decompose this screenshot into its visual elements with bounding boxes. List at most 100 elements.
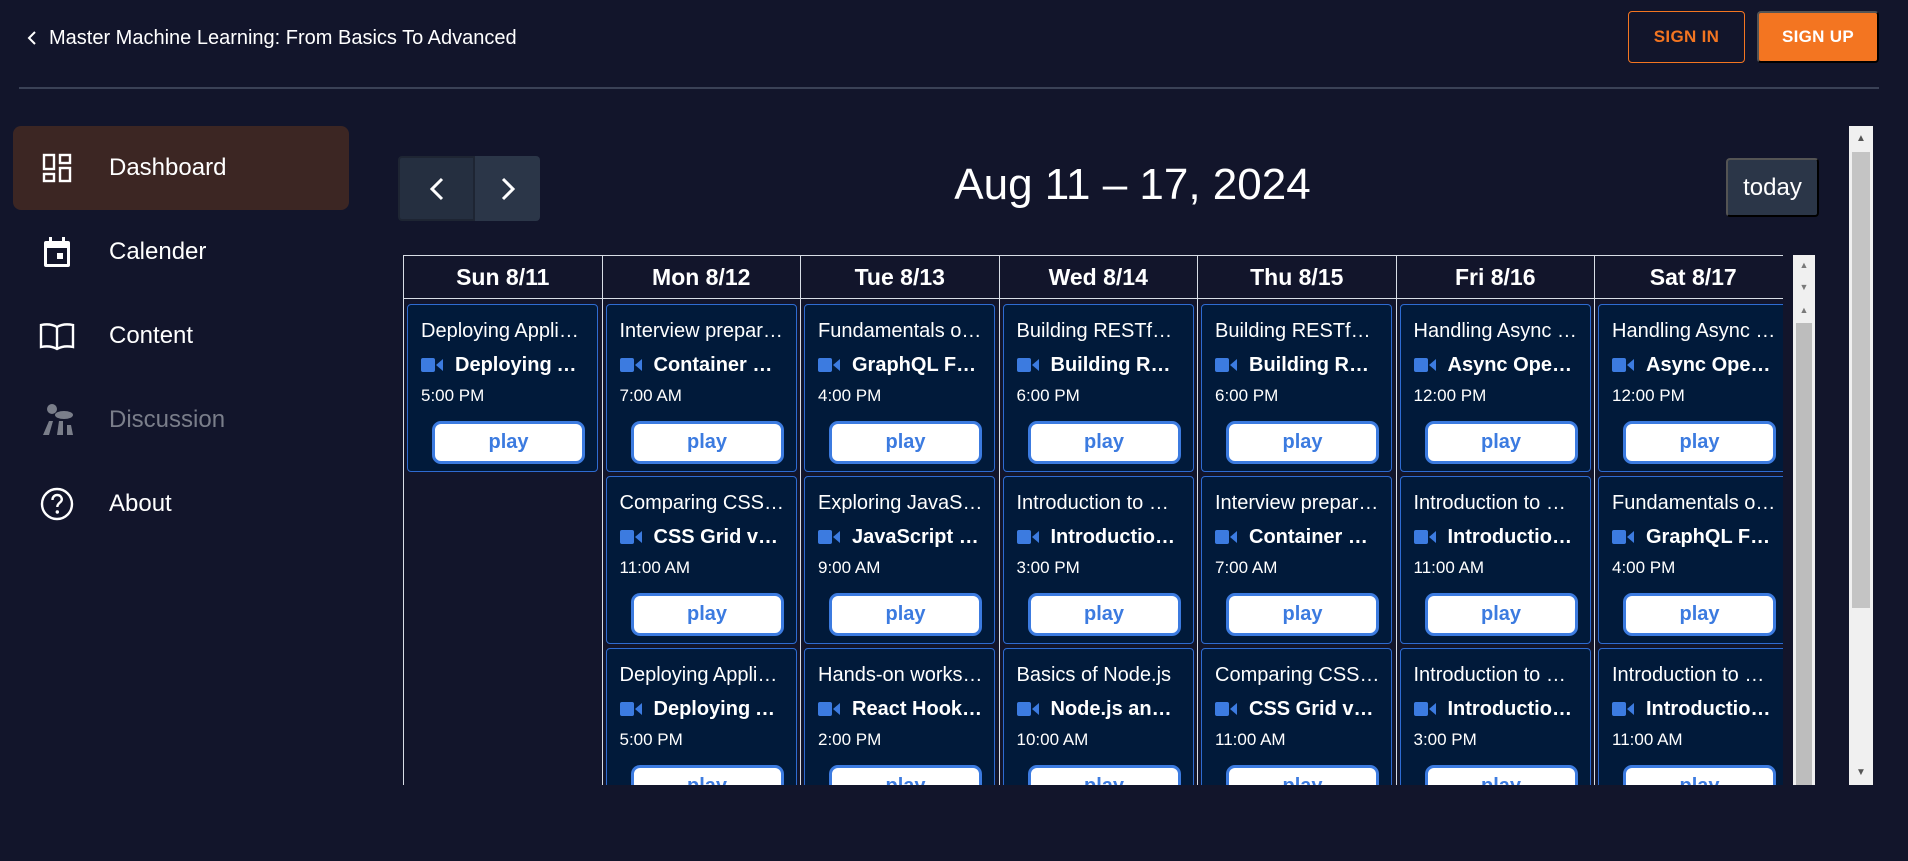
play-button[interactable]: play: [1027, 421, 1181, 464]
play-button[interactable]: play: [1623, 593, 1776, 636]
play-button[interactable]: play: [829, 593, 982, 636]
day-column: Handling Async Code Async Operations 12:00…: [1594, 299, 1783, 785]
event-card[interactable]: Comparing CSS Layouts CSS Grid vs Flexbox…: [1201, 648, 1392, 785]
day-column: Fundamentals of GraphQL GraphQL Fundament…: [800, 299, 999, 785]
sidebar-item-about[interactable]: About: [13, 462, 349, 546]
play-button[interactable]: play: [1623, 421, 1776, 464]
sidebar-item-dashboard[interactable]: Dashboard: [13, 126, 349, 210]
event-card[interactable]: Introduction to Python Introduction to Py…: [1399, 476, 1591, 644]
calendar-title: Aug 11 – 17, 2024: [954, 160, 1311, 209]
event-title: Handling Async Code: [1612, 320, 1777, 342]
event-card[interactable]: Building RESTful APIs Building RESTful AP…: [1201, 304, 1392, 472]
event-card[interactable]: Introduction to Python Introduction to Py…: [1598, 648, 1783, 785]
day-header-row: Sun 8/11 Mon 8/12 Tue 8/13 Wed 8/14 Thu 8/15…: [403, 255, 1783, 299]
sidebar-item-label: About: [109, 490, 172, 517]
event-session: React Hooks Deep Dive: [818, 697, 983, 721]
event-title: Introduction to Python: [1016, 492, 1182, 514]
event-time: 4:00 PM: [818, 386, 882, 405]
event-session: Node.js and Express: [1016, 697, 1182, 721]
play-button[interactable]: play: [1027, 593, 1181, 636]
scrollbar-thumb[interactable]: [1796, 323, 1812, 785]
next-week-button[interactable]: [475, 156, 540, 221]
scroll-up-arrow[interactable]: ▲: [1798, 259, 1810, 271]
play-button[interactable]: play: [1226, 593, 1379, 636]
event-session-title: GraphQL Fundamentals: [852, 353, 983, 376]
play-button[interactable]: play: [1424, 765, 1578, 785]
event-session: JavaScript ES6 Features: [818, 525, 983, 549]
event-card[interactable]: Fundamentals of GraphQL GraphQL Fundament…: [804, 304, 995, 472]
scroll-down-arrow[interactable]: ▼: [1855, 766, 1867, 778]
event-time: 3:00 PM: [1413, 730, 1477, 749]
event-card[interactable]: Introduction to Python Introduction to Py…: [1002, 476, 1194, 644]
day-column: Handling Async Code Async Operations 12:00…: [1395, 299, 1595, 785]
video-camera-icon: [1612, 530, 1634, 544]
event-time: 11:00 AM: [1413, 558, 1485, 577]
event-card[interactable]: Handling Async Code Async Operations 12:00…: [1399, 304, 1591, 472]
play-button[interactable]: play: [630, 421, 784, 464]
calendar-nav: [398, 156, 540, 221]
play-button[interactable]: play: [432, 421, 585, 464]
event-session: Introduction to Python: [1016, 525, 1182, 549]
video-camera-icon: [1215, 358, 1237, 372]
play-button[interactable]: play: [1027, 765, 1181, 785]
event-card[interactable]: Building RESTful APIs Building RESTful AP…: [1002, 304, 1194, 472]
event-card[interactable]: Handling Async Code Async Operations 12:00…: [1598, 304, 1783, 472]
play-button[interactable]: play: [1623, 765, 1776, 785]
event-session: CSS Grid vs Flexbox: [1215, 697, 1380, 721]
event-card[interactable]: Hands-on workshop React Hooks Deep Dive 2:…: [804, 648, 995, 785]
play-button[interactable]: play: [1226, 765, 1379, 785]
grid-scrollbar[interactable]: ▲ ▼ ▲: [1793, 255, 1815, 785]
event-time: 11:00 AM: [1215, 730, 1286, 749]
prev-week-button[interactable]: [398, 156, 475, 221]
sidebar-item-content[interactable]: Content: [13, 294, 349, 378]
event-session-title: Async Operations: [1447, 353, 1579, 376]
sign-in-button[interactable]: SIGN IN: [1628, 11, 1745, 63]
scroll-down-arrow[interactable]: ▼: [1798, 281, 1810, 293]
sidebar-item-calender[interactable]: Calender: [13, 210, 349, 294]
event-session-title: Introduction to Python: [1646, 697, 1777, 720]
event-session: Introduction to Python: [1413, 525, 1579, 549]
event-card[interactable]: Introduction to Python Introduction to Py…: [1399, 648, 1591, 785]
event-session: Deploying Applications: [619, 697, 785, 721]
event-session: Async Operations: [1413, 353, 1579, 377]
event-session: Deploying Applications: [421, 353, 586, 377]
event-session-title: Introduction to Python: [1447, 697, 1579, 720]
play-button[interactable]: play: [1424, 421, 1578, 464]
event-session: GraphQL Fundamentals: [818, 353, 983, 377]
chevron-right-icon: [501, 177, 515, 200]
scroll-up-arrow[interactable]: ▲: [1855, 132, 1867, 144]
event-card[interactable]: Deploying Applications Deploying Applicat…: [407, 304, 598, 472]
day-header: Sun 8/11: [403, 256, 602, 299]
event-card[interactable]: Deploying Applications Deploying Applicat…: [605, 648, 797, 785]
event-time: 10:00 AM: [1016, 730, 1089, 749]
scroll-up-arrow[interactable]: ▲: [1798, 304, 1810, 316]
play-button[interactable]: play: [829, 421, 982, 464]
event-session-title: Async Operations: [1646, 353, 1777, 376]
play-button[interactable]: play: [829, 765, 982, 785]
event-card[interactable]: Fundamentals of GraphQL GraphQL Fundament…: [1598, 476, 1783, 644]
back-link[interactable]: Master Machine Learning: From Basics To …: [26, 24, 517, 52]
day-header: Sat 8/17: [1594, 256, 1783, 299]
sidebar-item-discussion[interactable]: Discussion: [13, 378, 349, 462]
video-camera-icon: [421, 358, 443, 372]
today-button[interactable]: today: [1726, 158, 1819, 217]
scrollbar-thumb[interactable]: [1852, 152, 1870, 608]
event-card[interactable]: Interview preparation Container Orchestra…: [1201, 476, 1392, 644]
play-button[interactable]: play: [1424, 593, 1578, 636]
event-card[interactable]: Basics of Node.js Node.js and Express 10:0…: [1002, 648, 1194, 785]
event-card[interactable]: Comparing CSS Layouts CSS Grid vs Flexbox…: [605, 476, 797, 644]
play-button[interactable]: play: [630, 593, 784, 636]
sidebar-item-label: Dashboard: [109, 154, 227, 181]
event-session: CSS Grid vs Flexbox: [619, 525, 785, 549]
video-camera-icon: [1016, 358, 1039, 372]
page-scrollbar[interactable]: ▲ ▼: [1849, 126, 1873, 785]
event-card[interactable]: Exploring JavaScript JavaScript ES6 Featu…: [804, 476, 995, 644]
event-card[interactable]: Interview preparation Container Orchestra…: [605, 304, 797, 472]
chevron-left-icon: [429, 177, 443, 200]
sidebar: Dashboard Calender Content Discussion Ab…: [13, 126, 349, 546]
event-session-title: Building RESTful APIs: [1050, 353, 1182, 376]
sign-up-button[interactable]: SIGN UP: [1757, 11, 1879, 63]
play-button[interactable]: play: [1226, 421, 1379, 464]
day-header: Mon 8/12: [601, 256, 801, 299]
play-button[interactable]: play: [630, 765, 784, 785]
